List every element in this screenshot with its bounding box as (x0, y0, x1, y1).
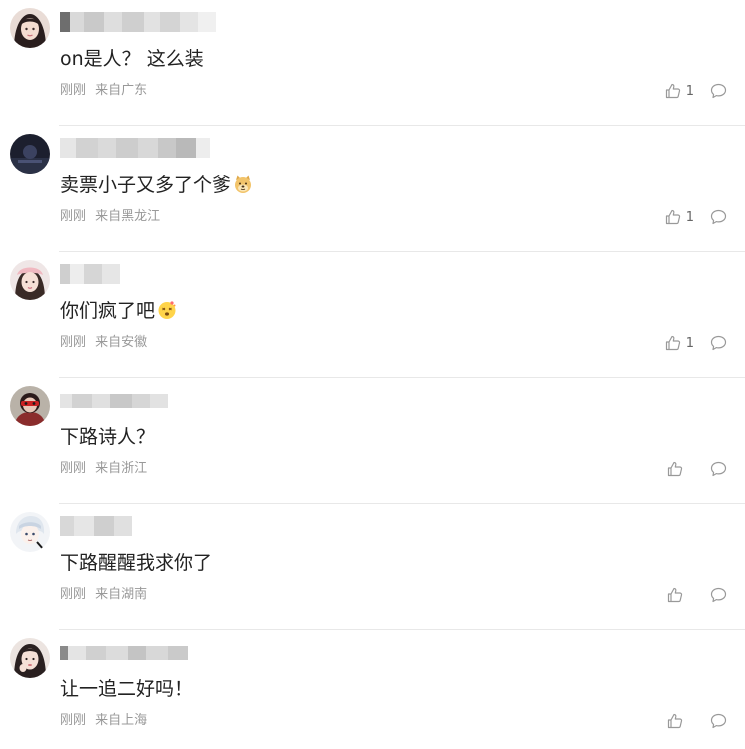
like-button[interactable]: 1 (665, 335, 694, 351)
like-button[interactable]: 1 (665, 209, 694, 225)
like-button[interactable]: 1 (665, 83, 694, 99)
comment-actions: 1 (665, 332, 727, 354)
comment-time: 刚刚 (60, 335, 87, 350)
comment-item: 下路诗人？ 刚刚 来自浙江 (0, 378, 745, 504)
avatar[interactable] (10, 134, 50, 174)
reply-button[interactable] (710, 461, 727, 477)
comment-meta: 刚刚 来自黑龙江 (60, 208, 160, 226)
comment-text: 让一追二好吗！ (60, 676, 193, 702)
like-button[interactable] (667, 713, 694, 729)
avatar[interactable] (10, 386, 50, 426)
comment-list: on是人？ 这么装 刚刚 来自广东 1 卖票小子又多了个爹 刚刚 来自黑龙江 1… (0, 0, 745, 749)
comment-text: 下路醒醒我求你了 (60, 550, 212, 576)
comment-text: 下路诗人？ (60, 424, 155, 450)
comment-item: on是人？ 这么装 刚刚 来自广东 1 (0, 0, 745, 126)
comment-item: 下路醒醒我求你了 刚刚 来自湖南 (0, 504, 745, 630)
comment-item: 卖票小子又多了个爹 刚刚 来自黑龙江 1 (0, 126, 745, 252)
avatar[interactable] (10, 8, 50, 48)
comment-bubble-icon (710, 83, 727, 99)
comment-meta: 刚刚 来自广东 (60, 82, 147, 100)
comment-time: 刚刚 (60, 713, 87, 728)
comment-text-content: on是人？ 这么装 (60, 48, 204, 70)
comment-text-content: 你们疯了吧 (60, 300, 156, 322)
comment-bubble-icon (710, 335, 727, 351)
comment-location: 来自浙江 (95, 461, 148, 476)
thumbs-up-icon (667, 587, 683, 603)
avatar[interactable] (10, 260, 50, 300)
avatar[interactable] (10, 512, 50, 552)
doge-icon (233, 174, 253, 201)
comment-text-content: 下路诗人？ (60, 426, 156, 448)
username-blurred[interactable] (60, 390, 220, 410)
comment-actions (667, 584, 727, 606)
like-button[interactable] (667, 587, 694, 603)
like-count: 1 (685, 209, 694, 225)
comment-item: 你们疯了吧 刚刚 来自安徽 1 (0, 252, 745, 378)
comment-meta: 刚刚 来自浙江 (60, 460, 147, 478)
thumbs-up-icon (667, 713, 683, 729)
comment-location: 来自广东 (95, 83, 148, 98)
comment-text-content: 让一追二好吗！ (60, 678, 194, 700)
comment-meta: 刚刚 来自湖南 (60, 586, 147, 604)
like-count: 1 (685, 83, 694, 99)
comment-time: 刚刚 (60, 83, 87, 98)
thumbs-up-icon (667, 461, 683, 477)
comment-location: 来自上海 (95, 713, 148, 728)
comment-bubble-icon (710, 209, 727, 225)
comment-item: 让一追二好吗！ 刚刚 来自上海 (0, 630, 745, 749)
username-blurred[interactable] (60, 138, 220, 158)
reply-button[interactable] (710, 587, 727, 603)
dizzy-face-icon (157, 300, 177, 327)
thumbs-up-icon (665, 335, 680, 351)
username-blurred[interactable] (60, 516, 220, 536)
reply-button[interactable] (710, 713, 727, 729)
reply-button[interactable] (710, 209, 727, 225)
comment-location: 来自湖南 (95, 587, 148, 602)
comment-text-content: 下路醒醒我求你了 (60, 552, 213, 574)
comment-bubble-icon (710, 587, 727, 603)
comment-bubble-icon (710, 713, 727, 729)
comment-meta: 刚刚 来自安徽 (60, 334, 147, 352)
avatar[interactable] (10, 638, 50, 678)
comment-actions (667, 710, 727, 732)
comment-text: on是人？ 这么装 (60, 46, 204, 72)
comment-actions: 1 (665, 206, 727, 228)
reply-button[interactable] (710, 335, 727, 351)
comment-time: 刚刚 (60, 587, 87, 602)
comment-time: 刚刚 (60, 209, 87, 224)
comment-bubble-icon (710, 461, 727, 477)
comment-text: 你们疯了吧 (60, 298, 177, 327)
username-blurred[interactable] (60, 642, 220, 662)
username-blurred[interactable] (60, 264, 220, 284)
comment-text-content: 卖票小子又多了个爹 (60, 174, 232, 196)
like-count: 1 (685, 335, 694, 351)
comment-text: 卖票小子又多了个爹 (60, 172, 253, 201)
comment-actions (667, 458, 727, 480)
comment-actions: 1 (665, 80, 727, 102)
like-button[interactable] (667, 461, 694, 477)
comment-time: 刚刚 (60, 461, 87, 476)
reply-button[interactable] (710, 83, 727, 99)
thumbs-up-icon (665, 83, 680, 99)
thumbs-up-icon (665, 209, 680, 225)
comment-location: 来自安徽 (95, 335, 148, 350)
comment-meta: 刚刚 来自上海 (60, 712, 147, 730)
username-blurred[interactable] (60, 12, 220, 32)
comment-location: 来自黑龙江 (95, 209, 161, 224)
